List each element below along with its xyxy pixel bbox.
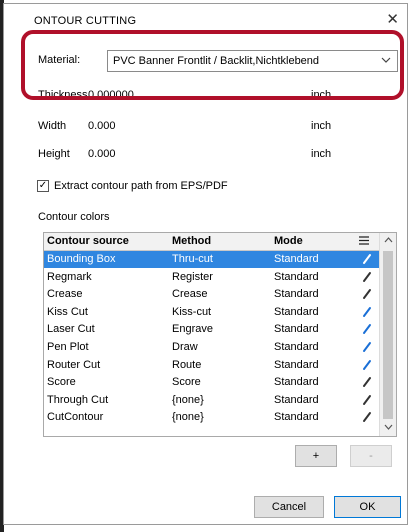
cell-source: Regmark: [47, 270, 92, 283]
chevron-down-icon: [381, 54, 391, 69]
pencil-icon[interactable]: [362, 341, 372, 353]
table-scrollbar[interactable]: [379, 233, 396, 436]
table-row[interactable]: CutContour {none} Standard: [44, 409, 380, 426]
cell-mode: Standard: [274, 253, 319, 265]
table-row[interactable]: Bounding Box Thru-cut Standard: [44, 251, 380, 268]
contour-colors-label: Contour colors: [38, 211, 110, 223]
checkmark-icon: ✓: [38, 180, 48, 191]
cell-mode: Standard: [274, 288, 319, 301]
material-select[interactable]: PVC Banner Frontlit / Backlit,Nichtklebe…: [107, 50, 398, 72]
pencil-icon[interactable]: [362, 359, 372, 371]
cell-source: Score: [47, 376, 76, 389]
contour-cutting-dialog: ONTOUR CUTTING ✕ Material: PVC Banner Fr…: [3, 3, 408, 525]
pencil-icon[interactable]: [362, 394, 372, 406]
cell-mode: Standard: [274, 341, 319, 353]
cancel-button[interactable]: Cancel: [254, 496, 324, 518]
table-row[interactable]: Kiss Cut Kiss-cut Standard: [44, 304, 380, 321]
pencil-icon[interactable]: [362, 376, 372, 388]
height-value: 0.000: [88, 148, 116, 160]
column-header-method[interactable]: Method: [172, 235, 211, 247]
table-row[interactable]: Router Cut Route Standard: [44, 357, 380, 374]
cell-method: {none}: [172, 393, 204, 406]
cell-method: Register: [172, 270, 213, 283]
ok-button[interactable]: OK: [334, 496, 401, 518]
column-header-mode[interactable]: Mode: [274, 235, 303, 247]
column-header-source[interactable]: Contour source: [47, 235, 129, 247]
cell-mode: Standard: [274, 411, 319, 424]
height-unit: inch: [311, 148, 332, 160]
cell-source: Bounding Box: [47, 253, 116, 265]
scrollbar-thumb[interactable]: [383, 251, 393, 419]
cell-method: {none}: [172, 411, 204, 424]
cell-source: Router Cut: [47, 358, 101, 371]
cell-source: Crease: [47, 288, 83, 301]
cell-source: Pen Plot: [47, 341, 89, 353]
cell-source: Kiss Cut: [47, 305, 88, 318]
thickness-value: 0.000000: [88, 89, 134, 101]
cell-method: Crease: [172, 288, 208, 301]
close-icon[interactable]: ✕: [386, 10, 399, 28]
width-label: Width: [38, 120, 67, 132]
cell-mode: Standard: [274, 323, 319, 336]
height-label: Height: [38, 148, 70, 160]
thickness-label: Thickness: [38, 89, 88, 101]
cell-method: Engrave: [172, 323, 213, 336]
cell-source: CutContour: [47, 411, 104, 424]
table-row[interactable]: Crease Crease Standard: [44, 286, 380, 303]
table-header: Contour source Method Mode: [44, 233, 380, 251]
cell-mode: Standard: [274, 305, 319, 318]
add-row-button[interactable]: +: [295, 445, 337, 467]
table-row[interactable]: Score Score Standard: [44, 374, 380, 391]
cell-mode: Standard: [274, 270, 319, 283]
hamburger-menu-icon[interactable]: [359, 234, 369, 249]
table-row[interactable]: Regmark Register Standard: [44, 269, 380, 286]
cell-method: Draw: [172, 341, 198, 353]
cell-method: Route: [172, 358, 202, 371]
scroll-down-arrow-icon[interactable]: [384, 423, 393, 433]
cell-mode: Standard: [274, 358, 319, 371]
dialog-title: ONTOUR CUTTING: [34, 15, 137, 27]
table-row[interactable]: Pen Plot Draw Standard: [44, 339, 380, 356]
contour-colors-table: Contour source Method Mode Bounding Box T…: [43, 232, 397, 437]
cell-mode: Standard: [274, 376, 319, 389]
scroll-up-arrow-icon[interactable]: [384, 236, 393, 246]
cell-method: Thru-cut: [172, 253, 213, 265]
width-value: 0.000: [88, 120, 116, 132]
thickness-unit: inch: [311, 89, 332, 101]
pencil-icon[interactable]: [362, 271, 372, 283]
width-unit: inch: [311, 120, 332, 132]
pencil-icon[interactable]: [362, 253, 372, 265]
pencil-icon[interactable]: [362, 288, 372, 300]
cell-source: Through Cut: [47, 393, 109, 406]
cell-method: Score: [172, 376, 201, 389]
pencil-icon[interactable]: [362, 411, 372, 423]
remove-row-button[interactable]: -: [350, 445, 392, 467]
pencil-icon[interactable]: [362, 323, 372, 335]
material-label: Material:: [38, 54, 81, 66]
cell-mode: Standard: [274, 393, 319, 406]
extract-contour-checkbox[interactable]: ✓: [37, 180, 49, 192]
cell-source: Laser Cut: [47, 323, 95, 336]
extract-contour-label: Extract contour path from EPS/PDF: [54, 180, 228, 192]
table-row[interactable]: Through Cut {none} Standard: [44, 392, 380, 409]
pencil-icon[interactable]: [362, 306, 372, 318]
cell-method: Kiss-cut: [172, 305, 212, 318]
table-row[interactable]: Laser Cut Engrave Standard: [44, 321, 380, 338]
material-value: PVC Banner Frontlit / Backlit,Nichtklebe…: [113, 55, 320, 67]
